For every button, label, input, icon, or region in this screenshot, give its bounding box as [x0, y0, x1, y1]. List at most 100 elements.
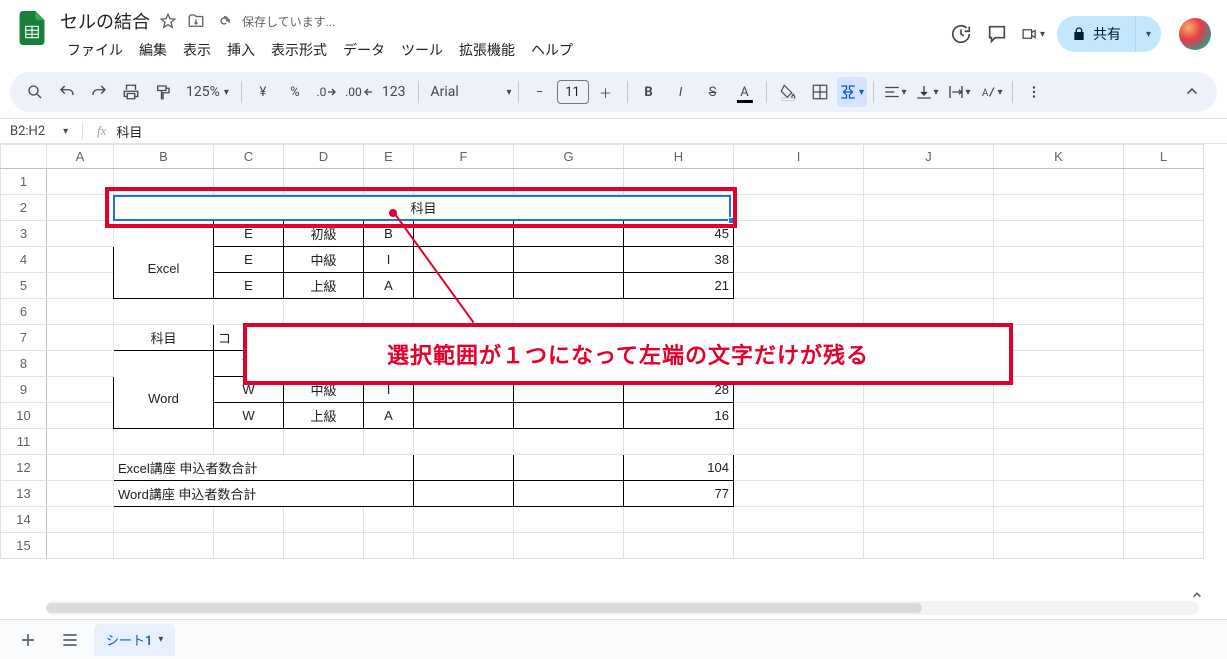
cell-L13[interactable]: [1124, 481, 1204, 507]
cell-J10[interactable]: [864, 403, 994, 429]
italic-icon[interactable]: I: [666, 77, 696, 107]
cell-A5[interactable]: [47, 273, 114, 299]
cell-H6[interactable]: [624, 299, 734, 325]
cell-L10[interactable]: [1124, 403, 1204, 429]
cell-G1[interactable]: [514, 169, 624, 195]
explore-button[interactable]: [1181, 579, 1213, 611]
strikethrough-icon[interactable]: S: [698, 77, 728, 107]
collapse-toolbar-icon[interactable]: [1177, 77, 1207, 107]
paint-format-icon[interactable]: [148, 77, 178, 107]
cell-C1[interactable]: [214, 169, 284, 195]
cell-H14[interactable]: [624, 507, 734, 533]
cell-L15[interactable]: [1124, 533, 1204, 559]
cell-A8[interactable]: [47, 351, 114, 377]
cell-H12[interactable]: 104: [624, 455, 734, 481]
cell-E10[interactable]: A: [364, 403, 414, 429]
row-header-7[interactable]: 7: [1, 325, 47, 351]
name-box[interactable]: B2:H2▾: [10, 124, 82, 139]
cell-B7[interactable]: 科目: [114, 325, 214, 351]
row-header-14[interactable]: 14: [1, 507, 47, 533]
horizontal-scrollbar[interactable]: [46, 601, 1199, 615]
cell-L14[interactable]: [1124, 507, 1204, 533]
col-header-J[interactable]: J: [864, 145, 994, 169]
font-increase-icon[interactable]: ＋: [591, 77, 621, 107]
row-header-4[interactable]: 4: [1, 247, 47, 273]
cell-D15[interactable]: [284, 533, 364, 559]
cell-J11[interactable]: [864, 429, 994, 455]
cell-J1[interactable]: [864, 169, 994, 195]
cell-K6[interactable]: [994, 299, 1124, 325]
cell-D1[interactable]: [284, 169, 364, 195]
cell-A15[interactable]: [47, 533, 114, 559]
col-header-B[interactable]: B: [114, 145, 214, 169]
cell-D14[interactable]: [284, 507, 364, 533]
menu-edit[interactable]: 編集: [132, 36, 174, 64]
cell-I6[interactable]: [734, 299, 864, 325]
cell-G15[interactable]: [514, 533, 624, 559]
print-icon[interactable]: [116, 77, 146, 107]
cell-K4[interactable]: [994, 247, 1124, 273]
cell-G6[interactable]: [514, 299, 624, 325]
cell-F12[interactable]: [414, 455, 514, 481]
menu-tools[interactable]: ツール: [394, 36, 450, 64]
cell-I13[interactable]: [734, 481, 864, 507]
all-sheets-button[interactable]: [52, 625, 88, 655]
cell-B2[interactable]: 科目: [114, 195, 734, 221]
cell-C4[interactable]: E: [214, 247, 284, 273]
wrap-icon[interactable]: ▾: [944, 77, 974, 107]
cell-K11[interactable]: [994, 429, 1124, 455]
cell-I12[interactable]: [734, 455, 864, 481]
cell-I5[interactable]: [734, 273, 864, 299]
menu-format[interactable]: 表示形式: [264, 36, 334, 64]
cell-K13[interactable]: [994, 481, 1124, 507]
cell-J12[interactable]: [864, 455, 994, 481]
row-header-1[interactable]: 1: [1, 169, 47, 195]
cell-A3[interactable]: [47, 221, 114, 247]
cell-A2[interactable]: [47, 195, 114, 221]
row-header-5[interactable]: 5: [1, 273, 47, 299]
cell-G5[interactable]: [514, 273, 624, 299]
cell-I1[interactable]: [734, 169, 864, 195]
cell-F3[interactable]: [414, 221, 514, 247]
sheets-logo[interactable]: [12, 8, 52, 48]
cell-H3[interactable]: 45: [624, 221, 734, 247]
menu-file[interactable]: ファイル: [60, 36, 130, 64]
cell-C3[interactable]: E: [214, 221, 284, 247]
col-header-I[interactable]: I: [734, 145, 864, 169]
font-size-input[interactable]: 11: [557, 80, 589, 104]
col-header-A[interactable]: A: [47, 145, 114, 169]
row-header-3[interactable]: 3: [1, 221, 47, 247]
cell-B12[interactable]: Excel講座 申込者数合計: [114, 455, 414, 481]
comment-icon[interactable]: [985, 22, 1009, 46]
cell-K8[interactable]: [994, 351, 1124, 377]
cell-K10[interactable]: [994, 403, 1124, 429]
cell-B3[interactable]: Excel: [114, 221, 214, 299]
cloud-status-icon[interactable]: [214, 11, 234, 31]
doc-title[interactable]: セルの結合: [60, 8, 150, 34]
increase-decimal-icon[interactable]: .00: [344, 77, 374, 107]
cell-K7[interactable]: [994, 325, 1124, 351]
cell-J14[interactable]: [864, 507, 994, 533]
cell-E1[interactable]: [364, 169, 414, 195]
cell-D10[interactable]: 上級: [284, 403, 364, 429]
cell-K3[interactable]: [994, 221, 1124, 247]
cell-A6[interactable]: [47, 299, 114, 325]
menu-extensions[interactable]: 拡張機能: [452, 36, 522, 64]
font-select[interactable]: Arial: [425, 84, 505, 100]
bold-icon[interactable]: B: [634, 77, 664, 107]
cell-L12[interactable]: [1124, 455, 1204, 481]
cell-D5[interactable]: 上級: [284, 273, 364, 299]
col-header-E[interactable]: E: [364, 145, 414, 169]
cell-E4[interactable]: I: [364, 247, 414, 273]
cell-B1[interactable]: [114, 169, 214, 195]
cell-K1[interactable]: [994, 169, 1124, 195]
rotate-icon[interactable]: A▾: [976, 77, 1006, 107]
cell-L2[interactable]: [1124, 195, 1204, 221]
cell-L4[interactable]: [1124, 247, 1204, 273]
v-align-icon[interactable]: ▾: [912, 77, 942, 107]
cell-F15[interactable]: [414, 533, 514, 559]
col-header-F[interactable]: F: [414, 145, 514, 169]
fill-color-icon[interactable]: [773, 77, 803, 107]
row-header-11[interactable]: 11: [1, 429, 47, 455]
move-icon[interactable]: [186, 11, 206, 31]
